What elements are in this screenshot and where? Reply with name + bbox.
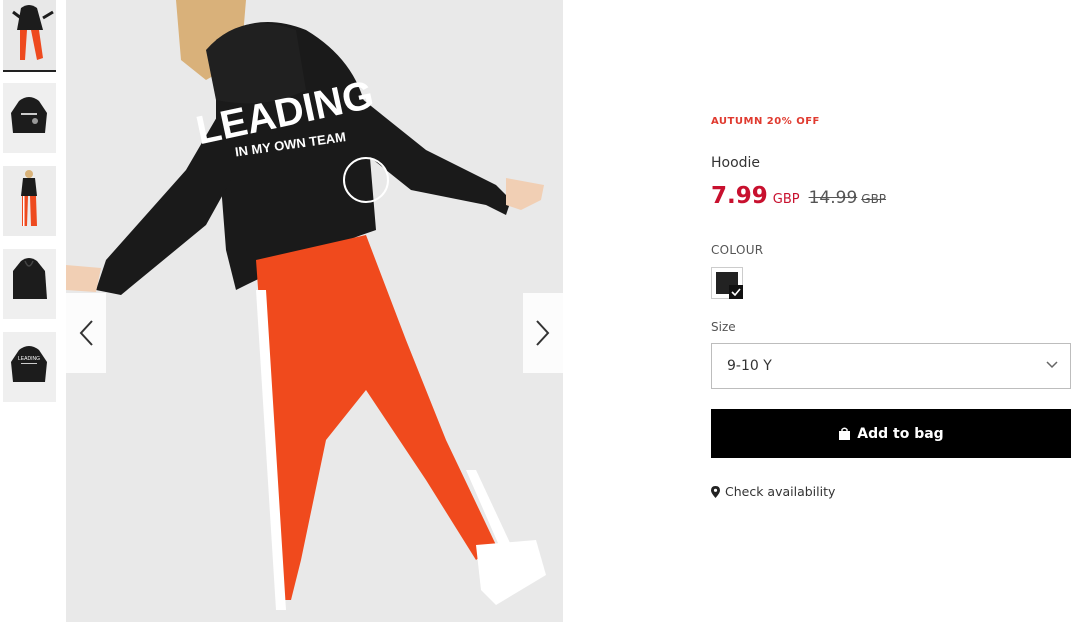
product-name: Hoodie <box>711 155 761 171</box>
shopping-bag-icon <box>839 427 851 440</box>
chevron-right-icon <box>536 320 550 346</box>
size-select[interactable]: 9-10 Y <box>711 343 1071 389</box>
check-availability-label: Check availability <box>725 484 836 499</box>
chevron-left-icon <box>79 320 93 346</box>
thumbnail-3[interactable] <box>3 166 56 236</box>
thumbnail-4[interactable] <box>3 249 56 319</box>
add-to-bag-label: Add to bag <box>857 425 944 442</box>
next-image-button[interactable] <box>523 293 563 373</box>
previous-image-button[interactable] <box>66 293 106 373</box>
svg-text:LEADING: LEADING <box>18 356 40 362</box>
colour-swatch-black[interactable] <box>711 267 743 299</box>
location-pin-icon <box>711 485 720 498</box>
selected-size: 9-10 Y <box>727 358 772 374</box>
thumbnail-5[interactable]: LEADING <box>3 332 56 402</box>
add-to-bag-button[interactable]: Add to bag <box>711 409 1071 458</box>
thumbnail-1[interactable] <box>3 0 56 72</box>
product-details-panel: AUTUMN 20% OFF Hoodie 7.99 GBP 14.99 GBP CO… <box>711 0 1071 622</box>
current-price: 7.99 <box>711 183 768 209</box>
thumbnail-2[interactable] <box>3 83 56 153</box>
chevron-down-icon <box>1046 361 1058 369</box>
price-row: 7.99 GBP 14.99 GBP <box>711 183 886 209</box>
promo-label: AUTUMN 20% OFF <box>711 116 820 127</box>
original-price: 14.99 <box>808 188 858 208</box>
size-label: Size <box>711 320 736 334</box>
original-price-currency: GBP <box>861 192 887 206</box>
main-product-image: LEADING IN MY OWN TEAM <box>66 0 563 622</box>
current-price-currency: GBP <box>772 192 800 207</box>
colour-label: COLOUR <box>711 243 764 257</box>
check-availability-link[interactable]: Check availability <box>711 484 835 499</box>
checkmark-icon <box>729 285 743 299</box>
